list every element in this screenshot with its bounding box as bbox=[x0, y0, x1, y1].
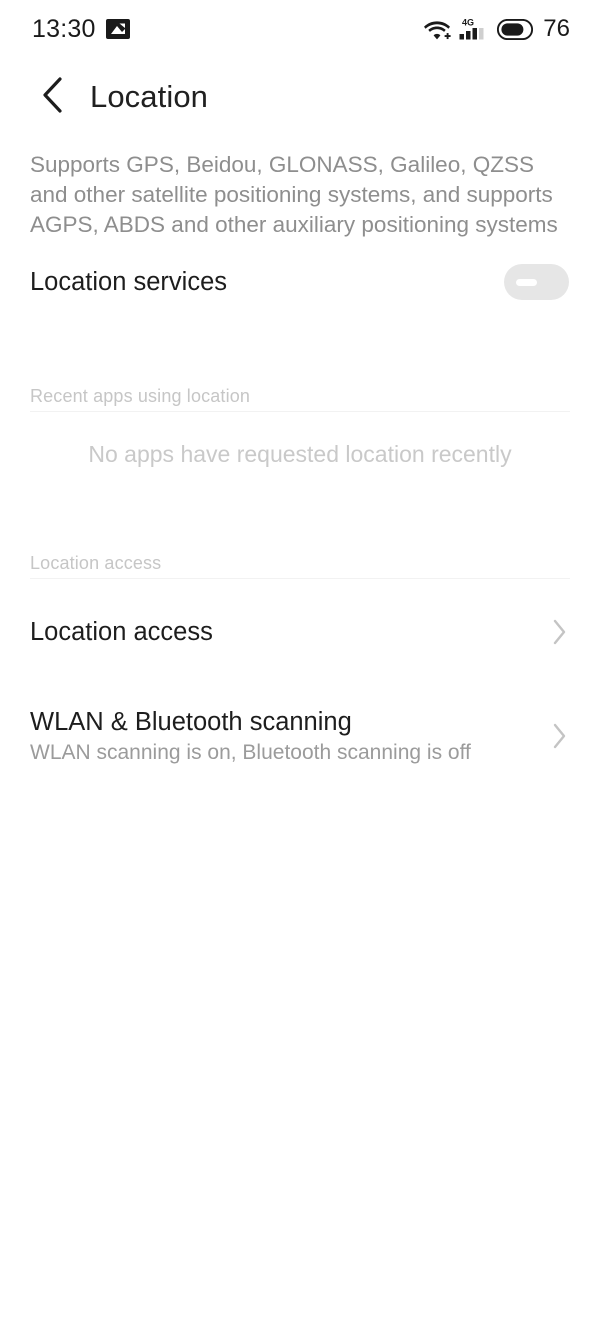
recent-apps-section-label: Recent apps using location bbox=[30, 386, 251, 406]
chevron-right-icon bbox=[552, 618, 568, 646]
chevron-left-icon bbox=[41, 76, 65, 119]
location-services-label: Location services bbox=[30, 267, 228, 296]
toggle-knob bbox=[516, 279, 537, 286]
recent-apps-empty-message: No apps have requested location recently bbox=[88, 441, 512, 467]
row-text-group: Location access bbox=[30, 618, 213, 647]
chevron-right-icon bbox=[552, 722, 568, 750]
location-access-section-label: Location access bbox=[30, 553, 162, 573]
location-settings-screen: 13:30 4G 76 Location Supports GPS, Beido… bbox=[0, 0, 600, 1333]
page-header: Location bbox=[0, 58, 600, 136]
battery-percentage: 76 bbox=[543, 15, 570, 42]
list-item-wlan-bluetooth-scanning[interactable]: WLAN & Bluetooth scanning WLAN scanning … bbox=[0, 700, 600, 772]
list-item-title: WLAN & Bluetooth scanning bbox=[30, 707, 352, 736]
wifi-plus-icon bbox=[424, 18, 451, 40]
signal-4g-icon: 4G bbox=[458, 17, 490, 41]
divider-recent-apps bbox=[30, 411, 570, 412]
status-bar-right: 4G 76 bbox=[424, 17, 570, 41]
battery-icon bbox=[497, 18, 534, 40]
divider-location-access bbox=[30, 578, 570, 579]
list-item-subtitle: WLAN scanning is on, Bluetooth scanning … bbox=[30, 740, 471, 764]
status-bar: 13:30 4G 76 bbox=[0, 0, 600, 58]
svg-text:4G: 4G bbox=[462, 18, 474, 28]
list-item-location-access[interactable]: Location access bbox=[0, 607, 600, 657]
back-button[interactable] bbox=[30, 74, 76, 120]
list-item-title: Location access bbox=[30, 617, 213, 646]
page-title: Location bbox=[90, 79, 209, 114]
status-bar-clock: 13:30 bbox=[32, 14, 96, 43]
location-description: Supports GPS, Beidou, GLONASS, Galileo, … bbox=[30, 152, 558, 237]
row-text-group: WLAN & Bluetooth scanning WLAN scanning … bbox=[30, 708, 471, 765]
image-icon bbox=[105, 19, 130, 39]
location-services-row[interactable]: Location services bbox=[0, 256, 600, 308]
location-services-toggle[interactable] bbox=[504, 264, 569, 300]
status-bar-left: 13:30 bbox=[32, 14, 130, 43]
